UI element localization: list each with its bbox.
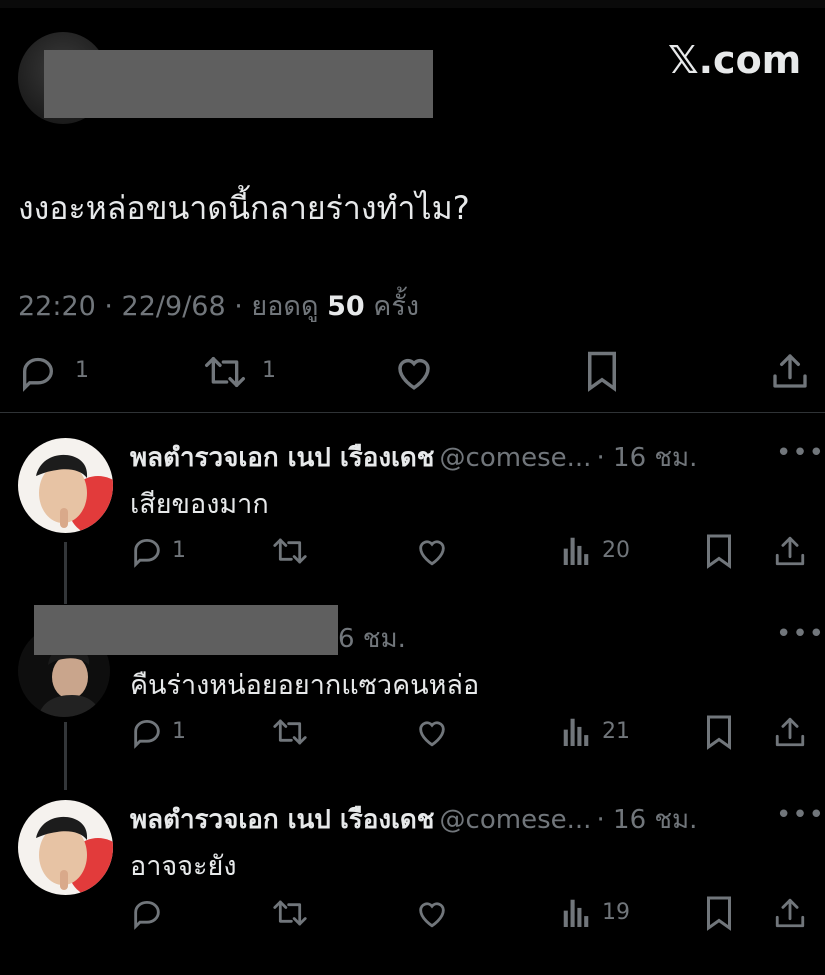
reply-icon[interactable] — [130, 715, 164, 749]
bookmark-icon[interactable] — [704, 895, 734, 931]
share-icon[interactable] — [773, 895, 807, 931]
like-icon[interactable] — [415, 897, 449, 929]
divider — [0, 412, 825, 413]
reply-time: · 16 ชม. — [596, 443, 698, 473]
reply-header: พลตำรวจเอก เนป เรืองเดช @comese... · 16 … — [130, 799, 697, 840]
views-icon[interactable] — [562, 535, 590, 565]
reply-icon[interactable] — [18, 352, 58, 392]
more-options-icon[interactable]: ••• — [776, 619, 825, 649]
brand-watermark: 𝕏.com — [668, 38, 802, 82]
reply-icon[interactable] — [130, 896, 164, 930]
retweet-icon[interactable] — [203, 352, 247, 392]
redacted-author-name — [44, 50, 433, 118]
reply-text: อาจจะยัง — [130, 851, 237, 882]
reply-author-handle[interactable]: @comese... — [440, 443, 592, 473]
reply-time: 6 ชม. — [338, 624, 406, 654]
reply-count: 1 — [172, 719, 186, 744]
views-count: 19 — [602, 900, 630, 925]
more-options-icon[interactable]: ••• — [776, 800, 825, 830]
reply-time: · 16 ชม. — [596, 805, 698, 835]
retweet-icon[interactable] — [272, 896, 308, 930]
views-count: 21 — [602, 719, 630, 744]
reply-count: 1 — [172, 538, 186, 563]
reply-author-name[interactable]: พลตำรวจเอก เนป เรืองเดช — [130, 443, 434, 473]
share-icon[interactable] — [770, 350, 810, 392]
tweet-text: งงอะหล่อขนาดนี้กลายร่างทำไม? — [18, 189, 470, 227]
retweet-icon[interactable] — [272, 534, 308, 568]
bookmark-icon[interactable] — [584, 350, 620, 392]
reply-header: พลตำรวจเอก เนป เรืองเดช @comese... · 16 … — [130, 437, 697, 478]
tweet-views-unit: ครั้ง — [373, 291, 420, 322]
tweet-time-date: 22:20 · 22/9/68 · ยอดดู — [18, 291, 319, 322]
retweet-count: 1 — [262, 358, 276, 383]
tweet-views-count: 50 — [327, 291, 365, 322]
thread-line — [64, 542, 67, 604]
reply-author-handle[interactable]: @comese... — [440, 805, 592, 835]
share-icon[interactable] — [773, 714, 807, 750]
views-icon[interactable] — [562, 716, 590, 746]
reply-avatar[interactable] — [18, 800, 113, 895]
bookmark-icon[interactable] — [704, 533, 734, 569]
tweet-meta: 22:20 · 22/9/68 · ยอดดู 50 ครั้ง — [18, 284, 419, 327]
like-icon[interactable] — [415, 535, 449, 567]
share-icon[interactable] — [773, 533, 807, 569]
views-count: 20 — [602, 538, 630, 563]
bookmark-icon[interactable] — [704, 714, 734, 750]
more-options-icon[interactable]: ••• — [776, 438, 825, 468]
top-edge — [0, 0, 825, 8]
reply-text: เสียของมาก — [130, 489, 269, 520]
reply-count: 1 — [75, 358, 89, 383]
retweet-icon[interactable] — [272, 715, 308, 749]
reply-icon[interactable] — [130, 534, 164, 568]
redacted-reply-author — [34, 605, 338, 655]
views-icon[interactable] — [562, 897, 590, 927]
like-icon[interactable] — [393, 352, 435, 392]
reply-avatar[interactable] — [18, 438, 113, 533]
like-icon[interactable] — [415, 716, 449, 748]
reply-author-name[interactable]: พลตำรวจเอก เนป เรืองเดช — [130, 805, 434, 835]
thread-line — [64, 722, 67, 790]
reply-text: คืนร่างหน่อยอยากแซวคนหล่อ — [130, 670, 480, 701]
